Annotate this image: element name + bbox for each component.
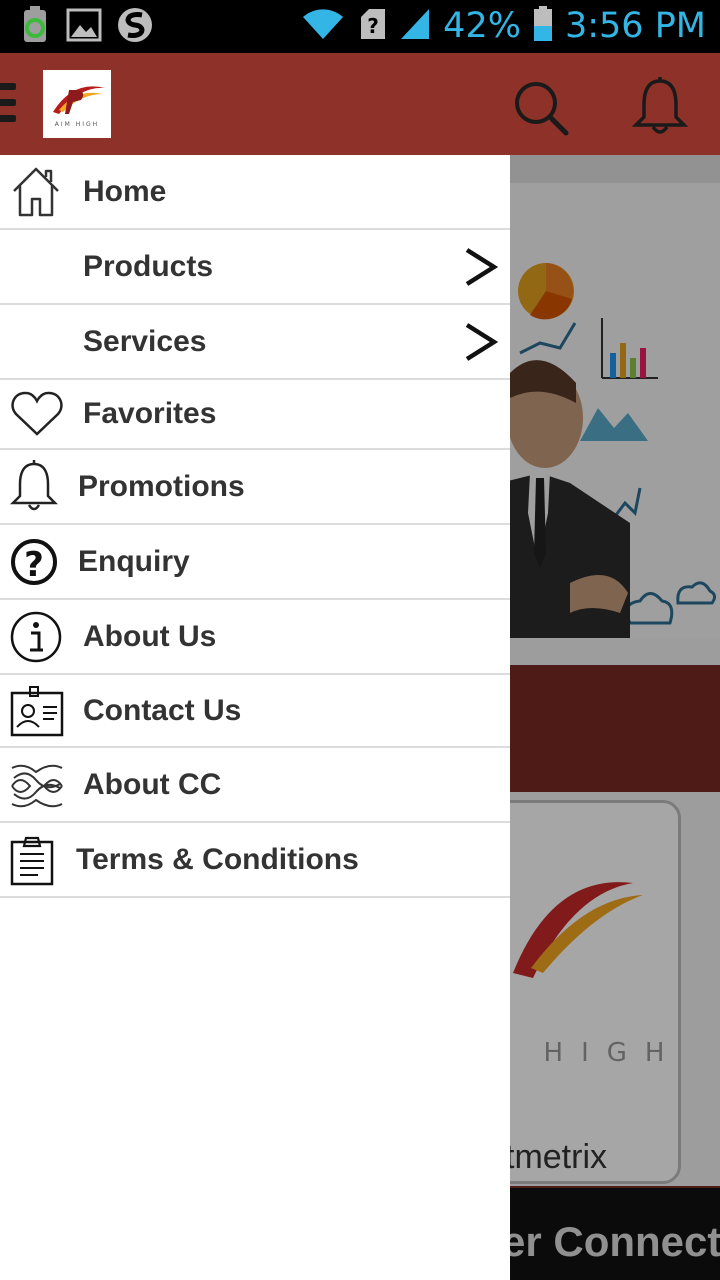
drawer-item-home[interactable]: Home <box>0 155 510 230</box>
home-icon <box>10 165 62 222</box>
wifi-icon <box>301 7 345 46</box>
question-icon: ? <box>10 536 58 593</box>
menu-icon[interactable] <box>0 83 16 129</box>
bell-icon <box>9 460 59 519</box>
contact-card-icon <box>10 685 64 742</box>
signal-icon <box>399 7 431 46</box>
clock: 3:56 PM <box>564 6 706 46</box>
drawer-item-label: Products <box>83 250 214 283</box>
drawer-item-contact-us[interactable]: Contact Us <box>0 675 510 748</box>
drawer-item-enquiry[interactable]: ? Enquiry <box>0 525 510 600</box>
app-bar: AIM HIGH <box>0 53 720 155</box>
clipboard-icon <box>10 834 56 891</box>
navigation-drawer: Home Products Services Favorites Promoti… <box>0 155 510 1280</box>
gallery-icon <box>66 8 102 47</box>
drawer-item-label: Services <box>83 325 207 358</box>
drawer-item-label: Promotions <box>78 470 245 503</box>
drawer-item-label: Enquiry <box>78 545 190 578</box>
drawer-item-promotions[interactable]: Promotions <box>0 450 510 525</box>
drawer-item-favorites[interactable]: Favorites <box>0 380 510 450</box>
info-icon <box>10 611 64 670</box>
drawer-item-about-cc[interactable]: About CC <box>0 748 510 823</box>
heart-icon <box>10 390 64 443</box>
app-logo[interactable]: AIM HIGH <box>43 70 111 138</box>
battery-percent: 42% <box>443 6 521 46</box>
chevron-right-icon <box>464 322 499 367</box>
drawer-item-label: Favorites <box>83 397 217 430</box>
drawer-item-services[interactable]: Services <box>0 305 510 380</box>
drawer-item-label: Terms & Conditions <box>76 843 359 876</box>
cc-logo-icon <box>10 760 64 817</box>
drawer-item-about-us[interactable]: About Us <box>0 600 510 675</box>
svg-text:?: ? <box>24 545 44 585</box>
drawer-item-label: Home <box>83 175 167 208</box>
sim-unknown-icon: ? <box>357 7 387 46</box>
svg-text:AIM HIGH: AIM HIGH <box>55 121 99 128</box>
status-bar: ? 42% 3:56 PM <box>0 0 720 53</box>
drawer-item-label: About Us <box>83 620 217 653</box>
battery-icon <box>533 6 553 47</box>
drawer-item-products[interactable]: Products <box>0 230 510 305</box>
chevron-right-icon <box>464 247 499 292</box>
drawer-item-terms[interactable]: Terms & Conditions <box>0 823 510 898</box>
drawer-scrim[interactable] <box>510 155 720 1280</box>
drawer-item-label: About CC <box>83 768 222 801</box>
drawer-item-label: Contact Us <box>83 694 242 727</box>
notification-bell-icon[interactable] <box>631 77 689 137</box>
svg-text:?: ? <box>367 14 379 38</box>
battery-saver-icon <box>20 5 52 49</box>
sync-icon <box>116 6 154 49</box>
search-icon[interactable] <box>512 79 570 137</box>
